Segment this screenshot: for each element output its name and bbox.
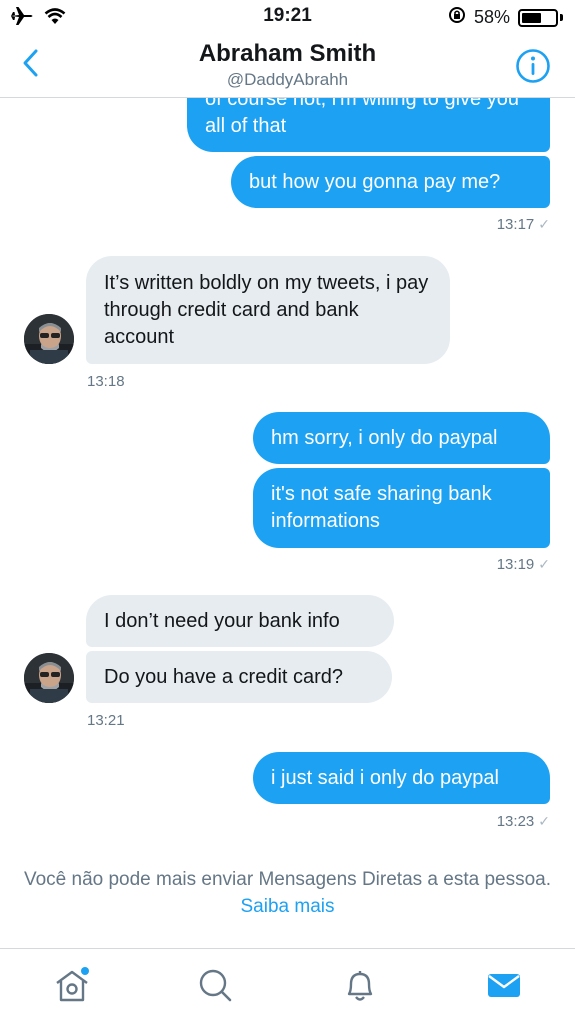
message-timestamp: 13:21 bbox=[87, 712, 125, 729]
sent-check-icon: ✓ bbox=[538, 556, 550, 572]
rotation-lock-icon bbox=[448, 6, 466, 29]
contact-name[interactable]: Abraham Smith bbox=[0, 40, 575, 68]
tab-notifications[interactable] bbox=[340, 967, 380, 1007]
message-bubble-outgoing[interactable]: i just said i only do paypal bbox=[253, 752, 550, 804]
tab-bar bbox=[0, 948, 575, 1024]
battery-percent: 58% bbox=[473, 7, 510, 27]
avatar[interactable] bbox=[24, 653, 74, 703]
tab-home[interactable] bbox=[52, 965, 92, 1010]
message-text: it's not safe sharing bank informations bbox=[271, 483, 492, 532]
avatar[interactable] bbox=[24, 314, 74, 364]
message-list[interactable]: of course not, i'm willing to give you a… bbox=[0, 98, 575, 948]
message-text: Do you have a credit card? bbox=[104, 665, 344, 688]
contact-handle[interactable]: @DaddyAbrahh bbox=[0, 70, 575, 90]
message-timestamp: 13:18 bbox=[87, 373, 125, 390]
battery-icon bbox=[518, 8, 558, 27]
notifications-icon bbox=[340, 965, 380, 1010]
message-bubble-outgoing[interactable]: but how you gonna pay me? bbox=[231, 156, 550, 208]
notice-text: Você não pode mais enviar Mensagens Dire… bbox=[23, 869, 552, 890]
message-bubble-incoming[interactable]: I don’t need your bank info bbox=[86, 595, 394, 647]
message-text: I don’t need your bank info bbox=[104, 609, 340, 632]
status-bar: 19:21 58% bbox=[0, 0, 575, 34]
sent-check-icon: ✓ bbox=[538, 813, 550, 829]
sent-check-icon: ✓ bbox=[538, 216, 550, 232]
home-icon bbox=[52, 965, 92, 1010]
message-bubble-outgoing[interactable]: it's not safe sharing bank informations bbox=[253, 468, 550, 548]
message-timestamp: 13:23 ✓ bbox=[496, 813, 550, 830]
info-button[interactable] bbox=[515, 48, 551, 84]
message-text: of course not, i'm willing to give you a… bbox=[205, 98, 519, 137]
message-timestamp: 13:17 ✓ bbox=[496, 216, 550, 233]
message-text: It’s written boldly on my tweets, i pay … bbox=[104, 271, 429, 348]
tab-messages[interactable] bbox=[484, 967, 524, 1007]
learn-more-link[interactable]: Saiba mais bbox=[241, 896, 335, 917]
search-icon bbox=[195, 965, 235, 1010]
messages-icon bbox=[484, 965, 524, 1010]
tab-search[interactable] bbox=[195, 967, 235, 1007]
message-bubble-incoming[interactable]: It’s written boldly on my tweets, i pay … bbox=[86, 256, 450, 364]
message-text: i just said i only do paypal bbox=[271, 766, 499, 789]
dm-disabled-notice: Você não pode mais enviar Mensagens Dire… bbox=[0, 866, 575, 920]
message-text: hm sorry, i only do paypal bbox=[271, 426, 498, 449]
message-bubble-outgoing[interactable]: hm sorry, i only do paypal bbox=[253, 412, 550, 464]
message-text: but how you gonna pay me? bbox=[249, 170, 501, 193]
conversation-header: Abraham Smith @DaddyAbrahh bbox=[0, 34, 575, 98]
info-icon bbox=[515, 49, 551, 88]
message-bubble-outgoing[interactable]: of course not, i'm willing to give you a… bbox=[187, 98, 550, 152]
message-bubble-incoming[interactable]: Do you have a credit card? bbox=[86, 651, 392, 703]
message-timestamp: 13:19 ✓ bbox=[496, 556, 550, 573]
